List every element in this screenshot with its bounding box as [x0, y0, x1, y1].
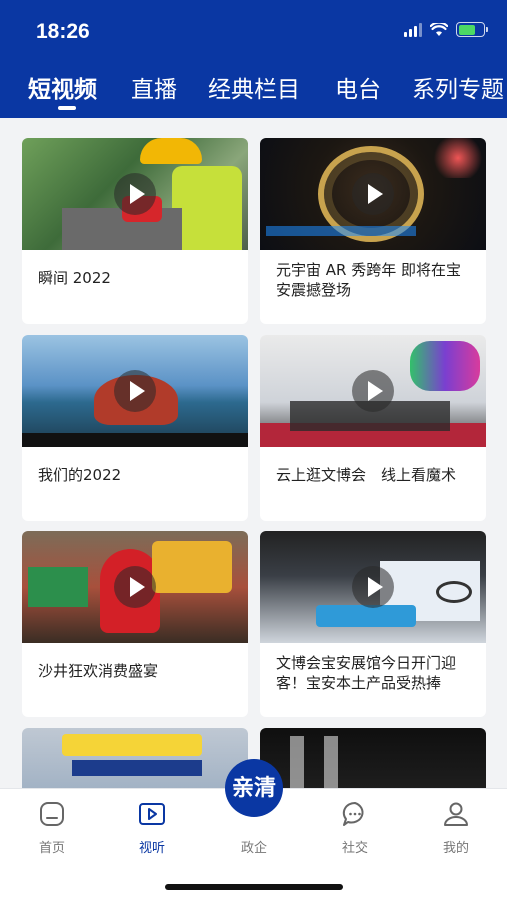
- video-card[interactable]: 沙井狂欢消费盛宴: [22, 531, 248, 717]
- video-title[interactable]: 瞬间 2022: [38, 268, 236, 288]
- nav-social-label: 社交: [341, 841, 368, 856]
- tab-series-topics[interactable]: 系列专题: [412, 70, 504, 104]
- nav-audio-visual[interactable]: 视听: [122, 799, 182, 856]
- play-icon[interactable]: [114, 173, 156, 215]
- battery-icon: [456, 22, 488, 37]
- tab-short-video[interactable]: 短视频: [28, 70, 97, 104]
- nav-audio-visual-label: 视听: [138, 841, 165, 856]
- home-icon: [40, 802, 64, 826]
- video-card[interactable]: [260, 728, 486, 788]
- nav-home[interactable]: 首页: [22, 799, 82, 856]
- status-time: 18:26: [36, 20, 90, 43]
- video-thumbnail[interactable]: [260, 728, 486, 788]
- video-card[interactable]: 瞬间 2022: [22, 138, 248, 324]
- play-screen-icon: [139, 803, 165, 825]
- home-indicator[interactable]: [165, 884, 343, 890]
- app-header: 18:26 短视频 直播 经典栏目 电台 系列专题: [0, 0, 507, 118]
- active-tab-indicator: [58, 106, 76, 110]
- video-thumbnail[interactable]: [22, 728, 248, 788]
- video-title[interactable]: 元宇宙 AR 秀跨年 即将在宝安震撼登场: [276, 260, 474, 300]
- video-title[interactable]: 我们的2022: [38, 465, 236, 485]
- video-grid: 瞬间 2022 元宇宙 AR 秀跨年 即将在宝安震撼登场 我们的2022 云上逛…: [0, 118, 507, 788]
- tab-classic-programs[interactable]: 经典栏目: [208, 70, 300, 104]
- video-title[interactable]: 云上逛文博会 线上看魔术: [276, 465, 474, 485]
- play-icon[interactable]: [352, 173, 394, 215]
- video-card[interactable]: 云上逛文博会 线上看魔术: [260, 335, 486, 521]
- play-icon[interactable]: [114, 370, 156, 412]
- status-icons: [404, 22, 488, 37]
- qinqing-button[interactable]: 亲清: [225, 759, 283, 817]
- video-card[interactable]: 元宇宙 AR 秀跨年 即将在宝安震撼登场: [260, 138, 486, 324]
- chat-bubble-icon: [342, 801, 364, 826]
- video-card[interactable]: [22, 728, 248, 788]
- tab-live[interactable]: 直播: [131, 70, 177, 104]
- video-thumbnail[interactable]: [260, 531, 486, 643]
- nav-mine[interactable]: 我的: [426, 799, 486, 856]
- play-icon[interactable]: [352, 370, 394, 412]
- nav-government-label[interactable]: 政企: [225, 837, 283, 856]
- nav-mine-label: 我的: [442, 841, 469, 856]
- cellular-signal-icon: [404, 22, 422, 37]
- video-card[interactable]: 文博会宝安展馆今日开门迎客！宝安本土产品受热捧: [260, 531, 486, 717]
- play-icon[interactable]: [352, 566, 394, 608]
- video-thumbnail[interactable]: [22, 531, 248, 643]
- video-thumbnail[interactable]: [22, 335, 248, 447]
- nav-home-label: 首页: [38, 841, 65, 856]
- play-icon[interactable]: [114, 566, 156, 608]
- wifi-icon: [430, 22, 448, 36]
- nav-social[interactable]: 社交: [325, 799, 385, 856]
- video-card[interactable]: 我们的2022: [22, 335, 248, 521]
- video-title[interactable]: 文博会宝安展馆今日开门迎客！宝安本土产品受热捧: [276, 653, 474, 693]
- video-thumbnail[interactable]: [260, 335, 486, 447]
- category-tabs: 短视频 直播 经典栏目 电台 系列专题: [0, 66, 507, 118]
- video-thumbnail[interactable]: [260, 138, 486, 250]
- status-bar: 18:26: [0, 0, 507, 62]
- video-thumbnail[interactable]: [22, 138, 248, 250]
- user-icon: [444, 802, 468, 826]
- tab-radio[interactable]: 电台: [335, 70, 381, 104]
- video-title[interactable]: 沙井狂欢消费盛宴: [38, 661, 236, 681]
